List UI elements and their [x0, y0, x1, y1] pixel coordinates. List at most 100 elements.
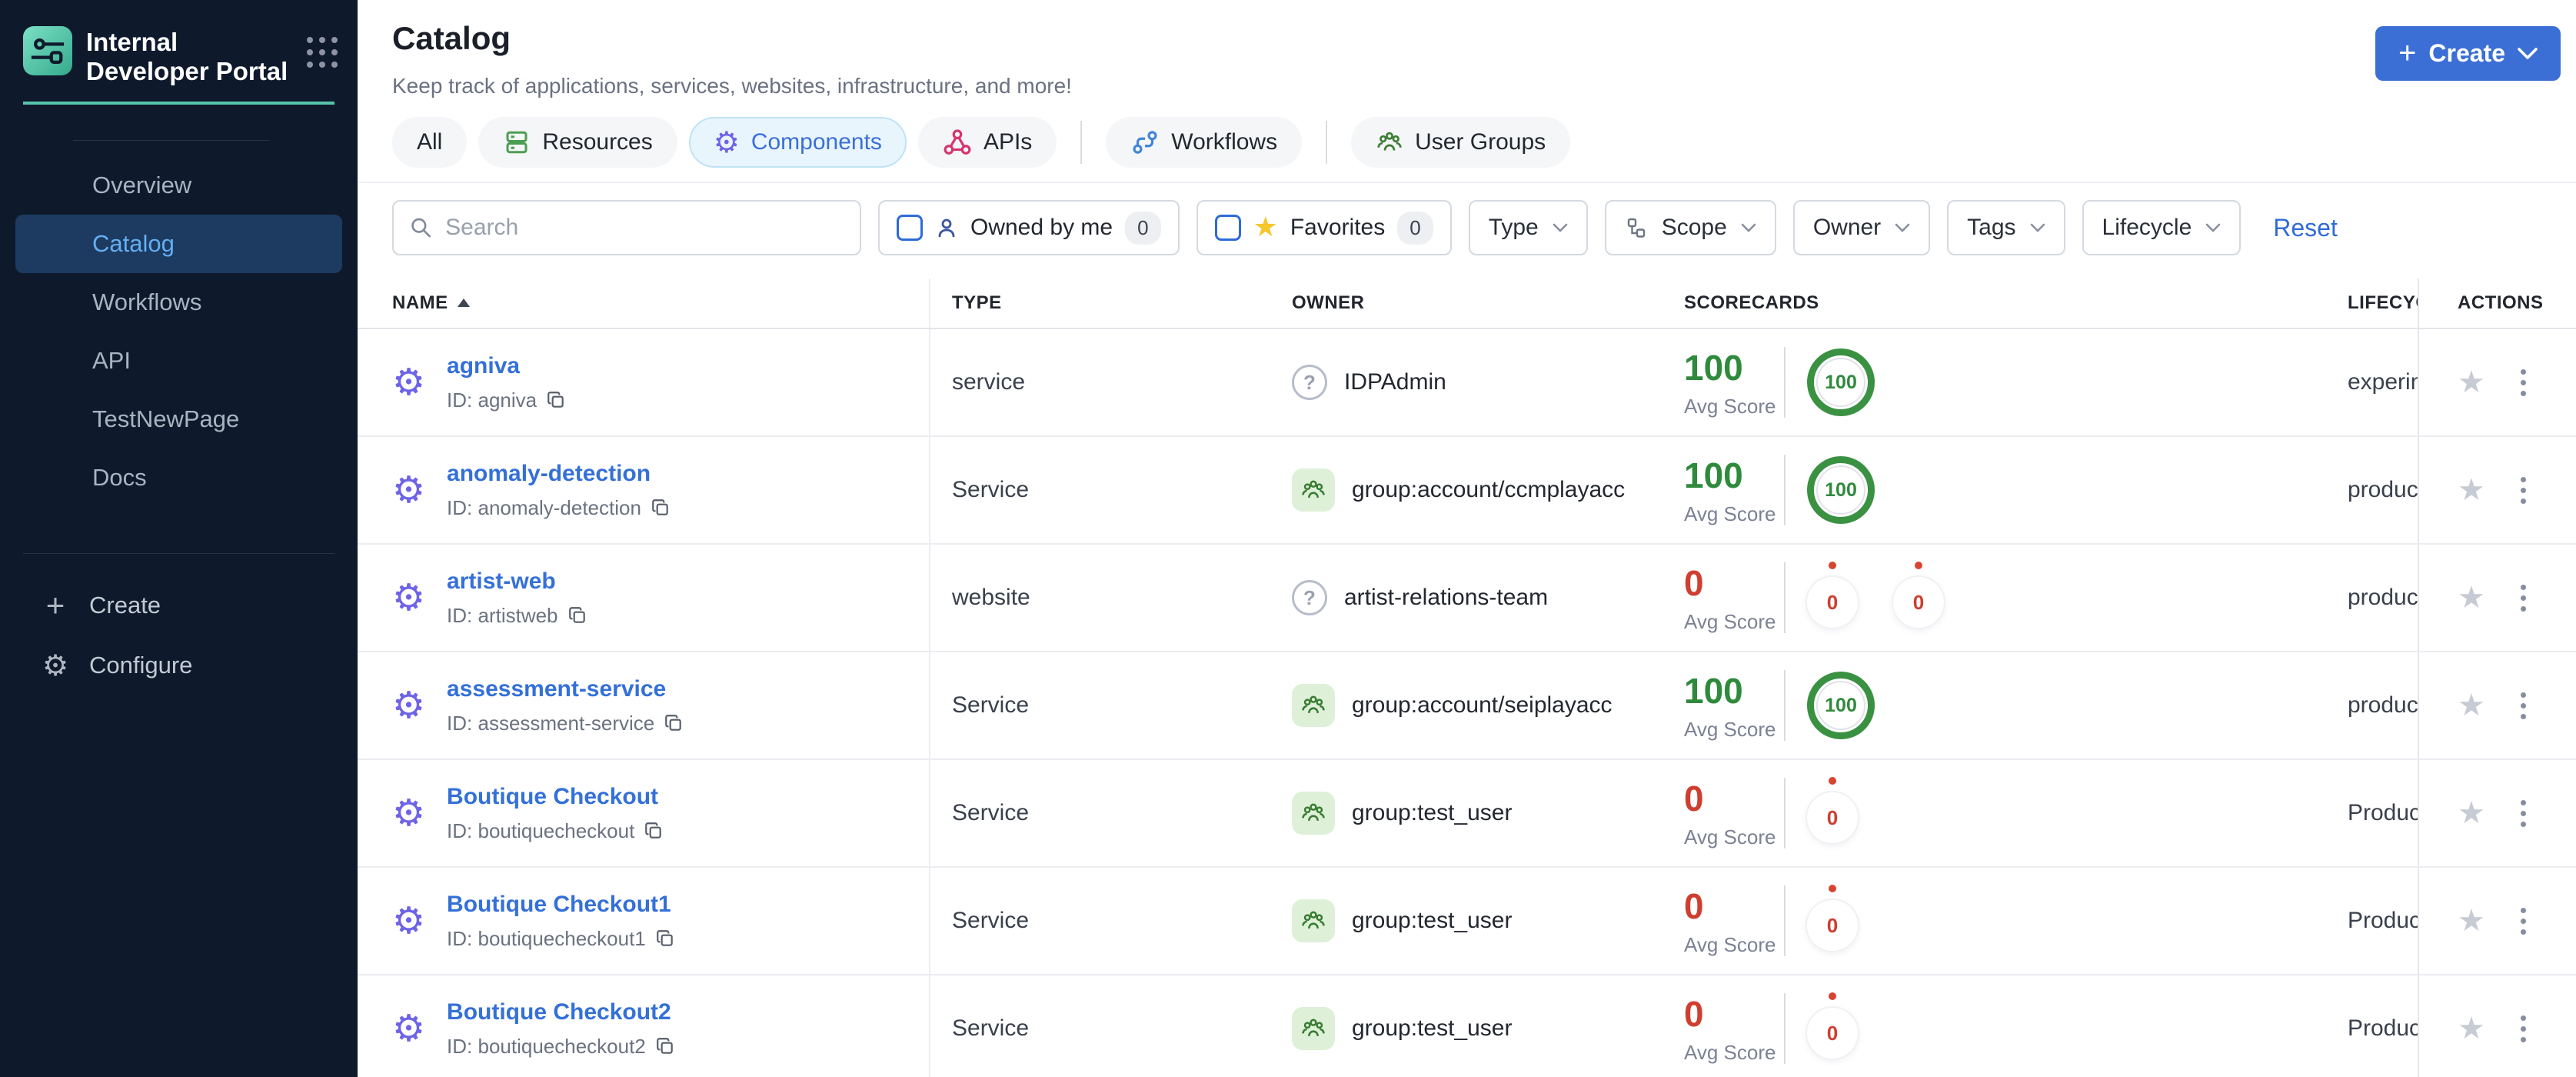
entity-name-link[interactable]: agniva [447, 353, 566, 379]
table-row: ⚙ anomaly-detection ID: anomaly-detectio… [358, 437, 2576, 545]
scorecards-cell: 100 Avg Score 100 [1679, 652, 2348, 759]
owner-filter-dropdown[interactable]: Owner [1792, 200, 1931, 255]
sidebar-item-api[interactable]: API [0, 332, 358, 390]
create-button[interactable]: + Create [2375, 26, 2561, 81]
scope-filter-dropdown[interactable]: Scope [1604, 200, 1776, 255]
lifecycle-value: production [2348, 585, 2418, 610]
main-content: Catalog Keep track of applications, serv… [358, 0, 2576, 1077]
page-subtitle: Keep track of applications, services, we… [392, 74, 1072, 98]
lifecycle-filter-dropdown[interactable]: Lifecycle [2082, 200, 2242, 255]
entity-type: Service [952, 1015, 1030, 1041]
tab-user-groups[interactable]: User Groups [1351, 117, 1571, 168]
type-filter-dropdown[interactable]: Type [1468, 200, 1588, 255]
sidebar-item-catalog[interactable]: Catalog [15, 215, 342, 273]
copy-icon[interactable] [567, 605, 587, 625]
scorecard-ring[interactable]: 0 [1807, 777, 1858, 843]
favorite-star-icon[interactable]: ★ [2458, 905, 2485, 936]
more-actions-icon[interactable] [2516, 472, 2531, 508]
column-header-lifecycle[interactable]: LIFECYCLE [2348, 278, 2418, 328]
tab-workflows[interactable]: Workflows [1106, 117, 1303, 168]
tab-label: Resources [542, 129, 653, 155]
entity-name-link[interactable]: artist-web [447, 569, 587, 595]
copy-icon[interactable] [644, 821, 664, 841]
copy-icon[interactable] [655, 929, 675, 949]
scorecard-ring[interactable]: 0 [1893, 562, 1944, 628]
sidebar-item-overview[interactable]: Overview [0, 156, 358, 215]
entity-name-link[interactable]: Boutique Checkout2 [447, 999, 675, 1025]
entity-name-link[interactable]: Boutique Checkout [447, 784, 664, 810]
entity-name-link[interactable]: Boutique Checkout1 [447, 892, 675, 918]
scorecard-ring[interactable]: 100 [1807, 348, 1875, 416]
favorite-star-icon[interactable]: ★ [2458, 582, 2485, 613]
more-actions-icon[interactable] [2516, 1011, 2531, 1047]
scorecard-rings: 0 [1807, 885, 1858, 951]
tab-components[interactable]: ⚙ Components [688, 117, 907, 168]
components-gear-icon: ⚙ [713, 125, 740, 159]
tab-all[interactable]: All [392, 117, 468, 168]
name-cell: ⚙ Boutique Checkout1 ID: boutiquecheckou… [358, 868, 930, 974]
favorites-checkbox[interactable] [1214, 215, 1241, 241]
scorecard-ring[interactable]: 100 [1807, 456, 1875, 524]
more-actions-icon[interactable] [2516, 903, 2531, 939]
app-title: Internal Developer Portal [86, 28, 288, 85]
favorites-filter[interactable]: ★ Favorites 0 [1196, 200, 1452, 255]
copy-icon[interactable] [651, 498, 671, 518]
column-header-name[interactable]: NAME [358, 278, 930, 328]
tab-label: All [417, 129, 443, 155]
sidebar-item-configure[interactable]: ⚙ Configure [40, 635, 358, 695]
apps-grid-icon[interactable] [307, 37, 338, 68]
tab-label: Workflows [1171, 129, 1278, 155]
favorite-star-icon[interactable]: ★ [2458, 1013, 2485, 1044]
scorecard-ring[interactable]: 0 [1807, 562, 1858, 628]
column-header-owner[interactable]: OWNER [1286, 278, 1679, 328]
owned-by-me-filter[interactable]: Owned by me 0 [878, 200, 1180, 255]
more-actions-icon[interactable] [2516, 795, 2531, 832]
sidebar-item-create[interactable]: + Create [40, 575, 358, 635]
copy-icon[interactable] [664, 713, 684, 733]
filters-row: Owned by me 0 ★ Favorites 0 Type Scope [358, 183, 2576, 275]
scorecard-ring[interactable]: 0 [1807, 885, 1858, 951]
entity-name-link[interactable]: assessment-service [447, 676, 684, 702]
more-actions-icon[interactable] [2516, 580, 2531, 616]
search-input[interactable] [445, 215, 844, 241]
actions-cell: ★ [2418, 652, 2576, 759]
more-actions-icon[interactable] [2516, 688, 2531, 724]
favorite-star-icon[interactable]: ★ [2458, 367, 2485, 398]
lifecycle-value: Production [2348, 1015, 2418, 1041]
more-actions-icon[interactable] [2516, 365, 2531, 401]
tags-filter-dropdown[interactable]: Tags [1947, 200, 2065, 255]
sidebar-nav: Overview Catalog Workflows API TestNewPage Do… [0, 156, 358, 507]
favorite-star-icon[interactable]: ★ [2458, 798, 2485, 829]
plus-icon: + [45, 587, 65, 623]
tab-apis[interactable]: APIs [917, 117, 1057, 168]
sidebar-item-workflows[interactable]: Workflows [0, 273, 358, 332]
table-body: ⚙ agniva ID: agniva service ? IDPAdmin 1… [358, 329, 2576, 1077]
scorecard-ring[interactable]: 0 [1807, 992, 1858, 1059]
sidebar-item-docs[interactable]: Docs [0, 448, 358, 507]
reset-filters-link[interactable]: Reset [2273, 214, 2338, 242]
scorecards-cell: 0 Avg Score 0 [1679, 975, 2348, 1077]
favorite-star-icon[interactable]: ★ [2458, 475, 2485, 505]
lifecycle-value: production [2348, 477, 2418, 502]
lifecycle-value: production [2348, 692, 2418, 718]
favorite-star-icon[interactable]: ★ [2458, 690, 2485, 721]
owned-by-me-checkbox[interactable] [897, 215, 923, 241]
table-row: ⚙ Boutique Checkout2 ID: boutiquecheckou… [358, 975, 2576, 1077]
scorecard-ring[interactable]: 100 [1807, 672, 1875, 739]
entity-id: ID: assessment-service [447, 711, 655, 735]
chevron-down-icon [2205, 223, 2221, 232]
actions-cell: ★ [2418, 868, 2576, 974]
resources-icon [506, 131, 528, 154]
owner-name: group:test_user [1352, 908, 1513, 933]
copy-icon[interactable] [655, 1036, 675, 1056]
search-box[interactable] [392, 200, 861, 255]
copy-icon[interactable] [546, 390, 566, 410]
column-header-scorecards[interactable]: SCORECARDS [1679, 278, 2348, 328]
sidebar-item-testnewpage[interactable]: TestNewPage [0, 390, 358, 448]
scorecards-cell: 0 Avg Score 00 [1679, 545, 2348, 651]
column-header-type[interactable]: TYPE [930, 278, 1286, 328]
owner-name: group:account/seiplayacc [1352, 692, 1612, 718]
tab-resources[interactable]: Resources [478, 117, 677, 168]
lifecycle-value: experimental [2348, 369, 2418, 395]
entity-name-link[interactable]: anomaly-detection [447, 461, 671, 487]
